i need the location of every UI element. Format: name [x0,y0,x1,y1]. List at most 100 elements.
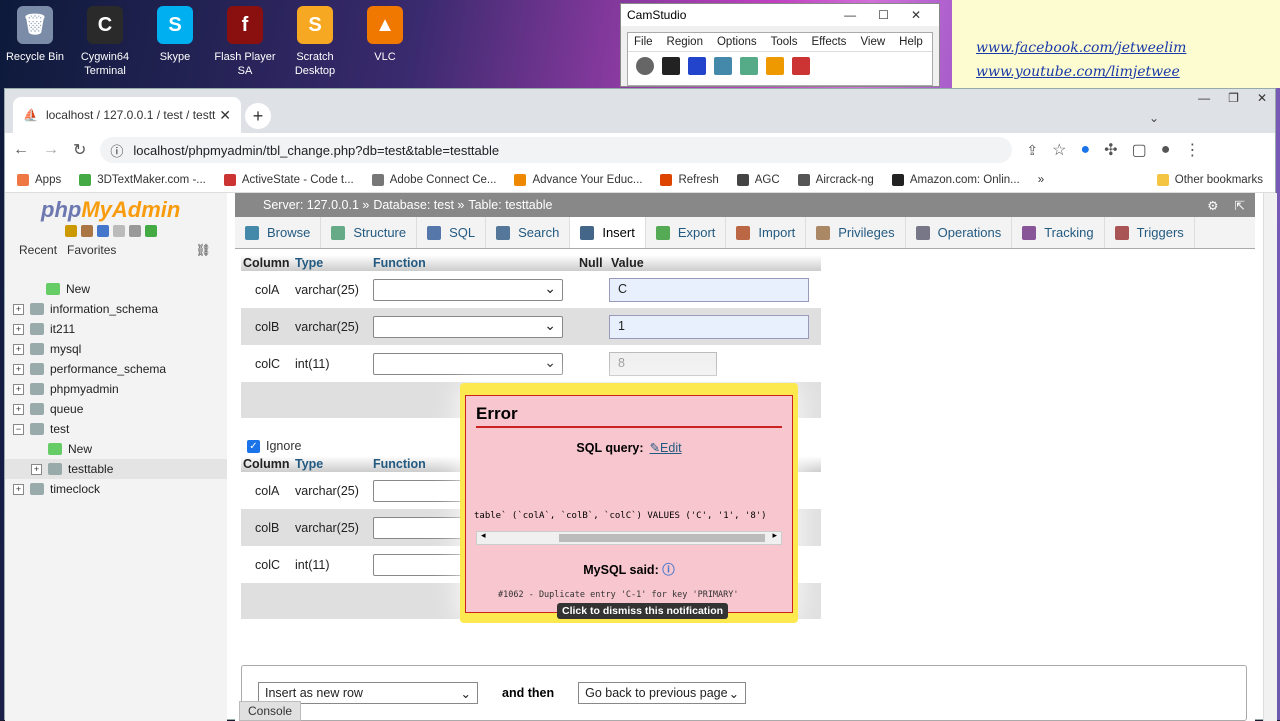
tab-tracking[interactable]: Tracking [1012,217,1105,248]
function-select[interactable] [373,278,563,301]
edit-link[interactable]: ✎Edit [650,441,682,455]
close-icon[interactable]: ✕ [911,8,921,22]
minimize-icon[interactable]: — [844,8,856,22]
reload-icon[interactable]: ↻ [73,140,86,160]
record-icon[interactable] [636,57,654,75]
forward-icon[interactable]: → [43,141,59,159]
value-input[interactable]: C [609,277,809,302]
menu-item[interactable]: View [860,36,885,48]
link-icon[interactable]: ⛓ [196,243,211,257]
expand-icon[interactable]: + [13,403,24,415]
desktop-icon[interactable]: f Flash Player SA [210,6,280,78]
tree-item[interactable]: + testtable [5,459,227,479]
profile-avatar[interactable]: ● [1161,141,1171,159]
breadcrumb-database[interactable]: Database: test » [373,198,464,212]
function-select[interactable] [373,315,563,338]
phpmyadmin-logo[interactable]: phpMyAdmin [5,193,227,223]
desktop-icon[interactable]: ▲ VLC [350,6,420,64]
favorites-tab[interactable]: Favorites [67,243,116,257]
tree-item[interactable]: + phpmyadmin [5,379,227,399]
options-icon[interactable] [766,57,784,75]
bookmark-item[interactable]: Refresh [660,173,719,186]
scroll-thumb[interactable] [559,534,765,542]
after-insert-select[interactable]: Go back to previous page ⌄ [578,682,747,704]
bookmark-item[interactable]: Amazon.com: Onlin... [891,173,1020,186]
tab-import[interactable]: Import [726,217,807,248]
tree-item[interactable]: New [5,439,227,459]
expand-icon[interactable]: + [13,483,24,495]
help-icon[interactable] [97,225,109,237]
value-input[interactable]: 1 [609,314,809,339]
desktop-icon[interactable]: S Skype [140,6,210,64]
help-icon[interactable]: ⓘ [662,563,675,577]
docs-icon[interactable] [113,225,125,237]
tab-insert[interactable]: Insert [570,217,646,248]
logout-icon[interactable] [81,225,93,237]
bookmark-item[interactable]: Aircrack-ng [797,173,874,186]
menu-item[interactable]: Help [899,36,923,48]
menu-item[interactable]: Effects [811,36,846,48]
facebook-link[interactable]: www.facebook.com/jetweelim [976,36,1280,60]
scroll-left-icon[interactable]: ◂ [481,530,486,541]
breadcrumb-server[interactable]: Server: 127.0.0.1 » [263,198,369,212]
browser-tab[interactable]: ⛵ localhost / 127.0.0.1 / test / testt ✕ [13,97,241,133]
youtube-link[interactable]: www.youtube.com/limjetwee [976,60,1280,84]
scroll-right-icon[interactable]: ▸ [772,530,777,541]
expand-icon[interactable]: + [13,383,24,395]
close-icon[interactable]: ✕ [1257,91,1267,105]
expand-icon[interactable]: + [13,303,24,315]
extension-icon[interactable]: ● [1080,141,1090,159]
bookmark-item[interactable]: AGC [736,173,780,186]
tab-search[interactable]: Search [486,217,571,248]
restore-icon[interactable]: ❐ [1228,91,1239,105]
expand-icon[interactable]: + [13,343,24,355]
extensions-puzzle-icon[interactable]: ✣ [1104,140,1117,160]
back-icon[interactable]: ← [13,141,29,159]
tab-export[interactable]: Export [646,217,727,248]
reload-nav-icon[interactable] [145,225,157,237]
tab-structure[interactable]: Structure [321,217,418,248]
sql-scrollbar[interactable]: ◂ ▸ [476,530,782,545]
desktop-icon[interactable]: S Scratch Desktop [280,6,350,78]
recent-tab[interactable]: Recent [19,243,57,257]
expand-icon[interactable]: + [13,323,24,335]
camstudio-window[interactable]: CamStudio — ☐ ✕ File Region Options Tools Effec… [620,3,940,87]
page-scrollbar[interactable] [1263,193,1277,721]
ignore-checkbox[interactable]: ✓ [247,439,260,453]
desktop-icon[interactable]: 🗑 Recycle Bin [0,6,70,64]
expand-icon[interactable]: − [13,423,24,435]
tree-item[interactable]: + it211 [5,319,227,339]
menu-item[interactable]: Region [667,36,703,48]
desktop-icon[interactable]: C Cygwin64 Terminal [70,6,140,78]
star-icon[interactable]: ☆ [1052,140,1066,160]
tab-triggers[interactable]: Triggers [1105,217,1195,248]
maximize-icon[interactable]: ☐ [878,8,889,22]
url-bar[interactable]: ⓘ localhost/phpmyadmin/tbl_change.php?db=… [100,137,1013,163]
pause-icon[interactable] [662,57,680,75]
value-input[interactable]: 8 [609,351,717,376]
tree-item[interactable]: + performance_schema [5,359,227,379]
tab-browse[interactable]: Browse [235,217,322,248]
expand-icon[interactable]: + [31,463,42,475]
settings-icon[interactable] [129,225,141,237]
bookmark-item[interactable]: Advance Your Educ... [514,173,642,186]
tree-item[interactable]: New [5,279,227,299]
tree-item[interactable]: + information_schema [5,299,227,319]
minimize-icon[interactable]: — [1198,91,1210,105]
bookmark-item[interactable]: Adobe Connect Ce... [371,173,496,186]
menu-item[interactable]: Options [717,36,757,48]
tab-search-icon[interactable]: ⌄ [1149,111,1159,125]
autopan-icon[interactable] [740,57,758,75]
bookmark-item[interactable]: ActiveState - Code t... [223,173,354,186]
tree-item[interactable]: + timeclock [5,479,227,499]
tab-privileges[interactable]: Privileges [806,217,906,248]
tree-item[interactable]: + mysql [5,339,227,359]
cursor-icon[interactable] [792,57,810,75]
sidebar-icon[interactable]: ▢ [1132,140,1147,160]
menu-item[interactable]: Tools [771,36,798,48]
share-icon[interactable]: ⇪ [1026,142,1038,159]
collapse-icon[interactable]: ⇱ [1235,198,1245,213]
tree-item[interactable]: + queue [5,399,227,419]
breadcrumb-table[interactable]: Table: testtable [468,198,552,212]
tab-sql[interactable]: SQL [417,217,487,248]
